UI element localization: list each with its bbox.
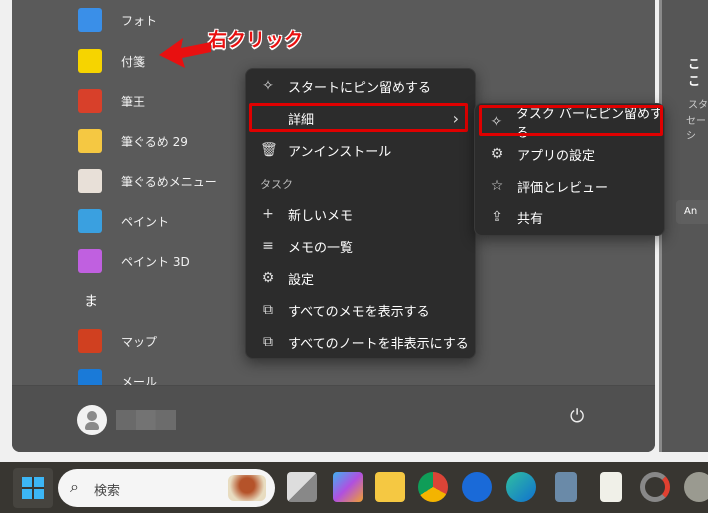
fudeoh-icon — [78, 89, 102, 113]
highlight-details — [249, 103, 468, 132]
menu-item[interactable]: ⧉ すべてのメモを表示する — [246, 295, 475, 325]
folder-icon — [78, 129, 102, 153]
app-label: マップ — [121, 334, 158, 349]
menu-item-label: 新しいメモ — [288, 208, 354, 224]
app-list-item[interactable]: ペイント 3D — [78, 246, 190, 276]
menu-item[interactable]: ⚙ 設定 — [246, 263, 475, 293]
menu-item[interactable]: ✧ スタートにピン留めする — [246, 71, 475, 101]
power-button[interactable]: ⏻ — [570, 406, 584, 427]
annotation-label: 右クリック — [208, 29, 304, 51]
app-list-item[interactable]: 付箋 — [78, 46, 145, 76]
calculator-icon[interactable] — [555, 472, 577, 502]
app-label: 筆ぐるめメニュー — [121, 174, 217, 189]
file-explorer-icon[interactable] — [375, 472, 405, 502]
menu-item[interactable]: + 新しいメモ — [246, 199, 475, 229]
right-panel-title: ここ — [688, 57, 701, 88]
right-panel: ここ スタ セーシ An — [659, 0, 708, 452]
gear-icon: ⚙ — [261, 270, 275, 286]
app-label: 筆王 — [121, 94, 146, 109]
right-panel-text: スタ — [688, 100, 708, 111]
search-icon: ⌕ — [70, 477, 79, 496]
task-view-icon[interactable] — [287, 472, 317, 502]
gimp-icon[interactable] — [684, 472, 708, 502]
menu-item-label: スタートにピン留めする — [288, 80, 432, 96]
plus-icon: + — [262, 206, 274, 222]
sticky-notes-icon — [78, 49, 102, 73]
star-review-icon: ☆ — [490, 178, 504, 194]
start-footer: ⏻ — [12, 385, 655, 452]
app-list-item[interactable]: 筆王 — [78, 86, 145, 116]
windows-icon — [22, 477, 44, 499]
app-label: ペイント — [121, 214, 170, 229]
photo-scape-icon[interactable] — [640, 472, 670, 502]
menu-item-label: 評価とレビュー — [517, 180, 609, 196]
show-all-icon: ⧉ — [263, 302, 273, 318]
trash-icon: 🗑 — [260, 142, 278, 158]
search-highlight-image — [228, 475, 266, 501]
chrome-icon[interactable] — [418, 472, 448, 502]
menu-item[interactable]: 🗑 アンインストール — [246, 135, 475, 165]
right-panel-button[interactable]: An — [676, 200, 708, 224]
app-list-item[interactable]: 筆ぐるめメニュー — [78, 166, 217, 196]
search-placeholder: 検索 — [94, 484, 121, 499]
app-list-item[interactable]: 筆ぐるめ 29 — [78, 126, 188, 156]
app-list-item[interactable]: マップ — [78, 326, 157, 356]
menu-item-label: アンインストール — [288, 144, 392, 160]
pin-icon: ✧ — [262, 78, 274, 94]
hide-all-icon: ⧉ — [263, 334, 273, 350]
app-label: ペイント 3D — [121, 254, 190, 269]
app-label: 付箋 — [121, 54, 146, 69]
menu-item[interactable]: ☆ 評価とレビュー — [475, 171, 664, 201]
menu-item-label: メモの一覧 — [288, 240, 354, 256]
menu-item-label: 設定 — [288, 272, 315, 288]
taskbar: ⌕ 検索 — [0, 462, 708, 513]
paint-3d-icon — [78, 249, 102, 273]
task-header: タスク — [260, 178, 293, 191]
edge-icon[interactable] — [506, 472, 536, 502]
notepad-icon[interactable] — [600, 472, 622, 502]
fudegurume-menu-icon — [78, 169, 102, 193]
app-list-item[interactable]: ペイント — [78, 206, 169, 236]
menu-item-label: アプリの設定 — [517, 148, 596, 164]
menu-item-label: すべてのメモを表示する — [288, 304, 430, 320]
maps-icon — [78, 329, 102, 353]
annotation-arrow — [159, 38, 211, 68]
menu-item[interactable]: ⧉ すべてのノートを非表示にする — [246, 327, 475, 357]
paint-icon — [78, 209, 102, 233]
photos-icon — [78, 8, 102, 32]
list-icon: ≡ — [262, 238, 274, 254]
app-label: 筆ぐるめ 29 — [121, 134, 188, 149]
section-letter[interactable]: ま — [84, 291, 98, 311]
share-icon: ⇪ — [491, 209, 503, 225]
app-label: フォト — [121, 13, 158, 28]
menu-item[interactable]: ≡ メモの一覧 — [246, 231, 475, 261]
menu-item[interactable]: ⚙ アプリの設定 — [475, 139, 664, 169]
highlight-pin-taskbar — [479, 105, 663, 136]
thunderbird-icon[interactable] — [462, 472, 492, 502]
gear-icon: ⚙ — [490, 146, 504, 162]
user-icon — [87, 411, 97, 421]
user-avatar[interactable] — [77, 405, 107, 435]
app-list-item[interactable]: フォト — [78, 5, 157, 35]
user-name-redacted — [116, 410, 176, 430]
search-box[interactable]: ⌕ 検索 — [58, 469, 275, 507]
menu-item[interactable]: ⇪ 共有 — [475, 202, 664, 232]
menu-item-label: 共有 — [517, 211, 544, 227]
start-button[interactable] — [13, 468, 53, 508]
menu-item-label: すべてのノートを非表示にする — [288, 336, 469, 352]
copilot-icon[interactable] — [333, 472, 363, 502]
right-panel-text: セーシ — [686, 116, 706, 142]
